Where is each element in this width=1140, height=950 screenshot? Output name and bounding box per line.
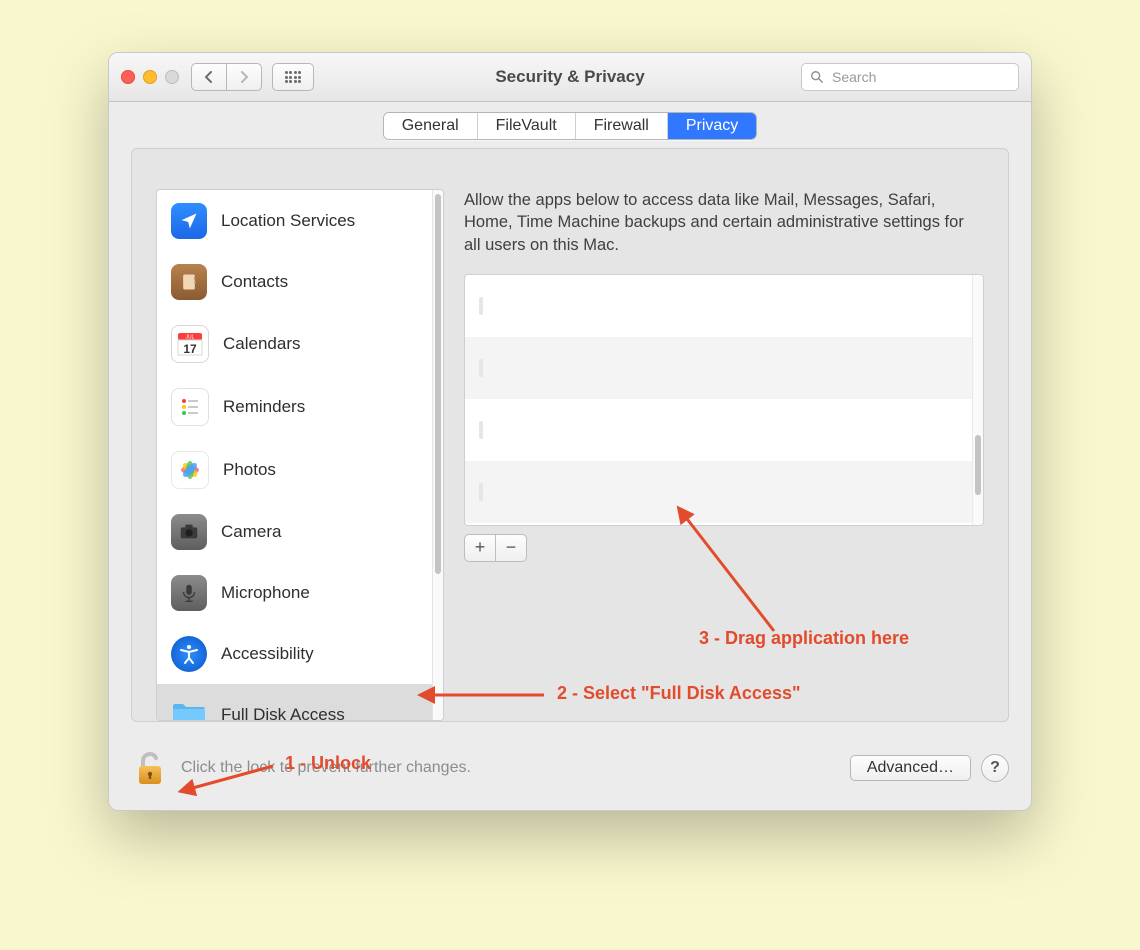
close-window-button[interactable] <box>121 70 135 84</box>
location-icon <box>171 203 207 239</box>
sidebar-scrollbar-thumb[interactable] <box>435 194 441 574</box>
title-bar: Security & Privacy <box>109 53 1031 102</box>
calendar-icon: 17 JUL <box>171 325 209 363</box>
lock-open-icon <box>131 748 171 788</box>
sidebar-item-location[interactable]: Location Services <box>157 190 432 251</box>
sidebar-item-full-disk-access[interactable]: Full Disk Access <box>157 684 432 720</box>
search-field[interactable] <box>801 63 1019 91</box>
sidebar-item-reminders[interactable]: Reminders <box>157 375 432 438</box>
footer: Click the lock to prevent further change… <box>109 738 1031 810</box>
minimize-window-button[interactable] <box>143 70 157 84</box>
lock-hint-text: Click the lock to prevent further change… <box>181 759 471 777</box>
chevron-right-icon <box>239 71 249 83</box>
privacy-sidebar: Location Services Contacts 17 JUL Calenda… <box>156 189 444 721</box>
help-button[interactable]: ? <box>981 754 1009 782</box>
unlock-button[interactable] <box>131 748 171 788</box>
add-app-button[interactable]: + <box>464 534 495 562</box>
tab-general[interactable]: General <box>384 113 478 139</box>
tab-privacy[interactable]: Privacy <box>668 113 756 139</box>
svg-text:JUL: JUL <box>186 334 195 340</box>
sidebar-item-label: Accessibility <box>221 644 314 664</box>
tab-filevault[interactable]: FileVault <box>478 113 576 139</box>
sidebar-item-contacts[interactable]: Contacts <box>157 251 432 312</box>
show-all-button[interactable] <box>272 63 314 91</box>
forward-button[interactable] <box>226 63 262 91</box>
sidebar-item-calendars[interactable]: 17 JUL Calendars <box>157 312 432 375</box>
camera-icon <box>171 514 207 550</box>
detail-panel: Allow the apps below to access data like… <box>464 189 984 721</box>
sidebar-item-label: Microphone <box>221 583 310 603</box>
sidebar-item-photos[interactable]: Photos <box>157 438 432 501</box>
sidebar-item-label: Photos <box>223 460 276 480</box>
search-input[interactable] <box>830 68 1015 86</box>
app-list-scrollbar-thumb[interactable] <box>975 435 981 495</box>
privacy-description: Allow the apps below to access data like… <box>464 189 984 256</box>
grid-icon <box>285 71 301 83</box>
folder-icon <box>171 697 207 721</box>
sidebar-item-label: Location Services <box>221 211 355 231</box>
preferences-window: Security & Privacy General FileVault Fir… <box>108 52 1032 811</box>
tab-firewall[interactable]: Firewall <box>576 113 668 139</box>
reminders-icon <box>171 388 209 426</box>
contacts-icon <box>171 264 207 300</box>
add-remove-row: + − <box>464 534 984 562</box>
back-button[interactable] <box>191 63 226 91</box>
advanced-button[interactable]: Advanced… <box>850 755 971 781</box>
remove-app-button[interactable]: − <box>495 534 527 562</box>
sidebar-item-label: Contacts <box>221 272 288 292</box>
window-controls <box>121 70 179 84</box>
svg-text:17: 17 <box>183 342 197 356</box>
sidebar-scrollbar[interactable] <box>432 190 443 720</box>
sidebar-item-accessibility[interactable]: Accessibility <box>157 623 432 684</box>
content-panel: Location Services Contacts 17 JUL Calenda… <box>131 148 1009 722</box>
nav-buttons <box>191 63 262 91</box>
app-list[interactable] <box>464 274 984 526</box>
sidebar-item-label: Reminders <box>223 397 305 417</box>
search-icon <box>810 70 824 84</box>
chevron-left-icon <box>204 71 214 83</box>
sidebar-item-camera[interactable]: Camera <box>157 501 432 562</box>
zoom-window-button[interactable] <box>165 70 179 84</box>
accessibility-icon <box>171 636 207 672</box>
sidebar-item-label: Full Disk Access <box>221 705 345 721</box>
microphone-icon <box>171 575 207 611</box>
photos-icon <box>171 451 209 489</box>
sidebar-item-label: Calendars <box>223 334 301 354</box>
app-list-scrollbar[interactable] <box>972 275 983 525</box>
sidebar-item-microphone[interactable]: Microphone <box>157 562 432 623</box>
tab-bar: General FileVault Firewall Privacy <box>109 102 1031 140</box>
sidebar-item-label: Camera <box>221 522 281 542</box>
